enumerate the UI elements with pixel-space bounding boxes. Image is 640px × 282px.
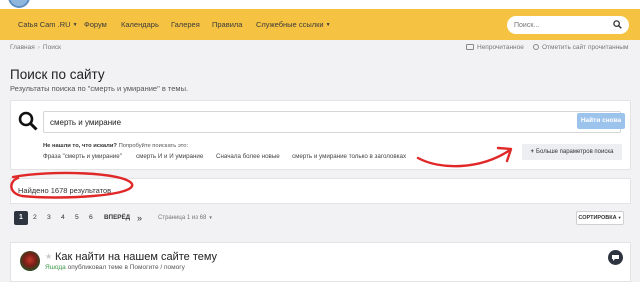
search-icon [18, 111, 38, 131]
caret-down-icon: ▼ [325, 22, 331, 28]
top-strip [0, 0, 640, 9]
page-button-current[interactable]: 1 [14, 211, 28, 225]
results-count-panel: Найдено 1678 результатов [10, 178, 631, 204]
suggestion-link[interactable]: смерть И и И умирание [136, 153, 203, 160]
star-icon[interactable]: ★ [45, 252, 52, 261]
page-button[interactable]: 2 [33, 211, 37, 225]
search-again-button[interactable]: Найти снова [577, 113, 625, 129]
page-button[interactable]: 6 [89, 211, 93, 225]
main-navbar: Catья Cam .RU ▼ Форум Календарь Галерея П… [0, 9, 640, 40]
page-title: Поиск по сайту [10, 67, 105, 82]
nav-label: Форум [84, 20, 107, 29]
mark-read-label: Отметить сайт прочитанным [542, 44, 629, 51]
search-panel: смерть и умирание Найти снова Не нашли т… [10, 100, 631, 170]
sort-label: СОРТИРОВКА [578, 215, 617, 221]
nav-label: Правила [212, 20, 243, 29]
nav-item-rules[interactable]: Правила [212, 9, 242, 40]
nav-item-gallery[interactable]: Галерея [171, 9, 200, 40]
page-subtitle: Результаты поиска по "смерть и умирание"… [10, 84, 189, 93]
breadcrumb: Главная › Поиск [10, 44, 61, 51]
nav-item-forum[interactable]: Форум [84, 9, 107, 40]
suggestion-link[interactable]: Фраза "смерть и умирание" [43, 153, 122, 160]
last-page-button[interactable]: » [137, 211, 142, 225]
site-logo[interactable] [8, 0, 30, 8]
page-button[interactable]: 4 [61, 211, 65, 225]
nav-label: Catья Cam .RU [18, 20, 71, 29]
search-icon[interactable] [613, 20, 622, 29]
avatar[interactable] [20, 251, 40, 271]
not-found-bold: Не нашли то, что искали? [43, 143, 117, 149]
not-found-hint: Не нашли то, что искали? Попробуйте поис… [43, 143, 188, 149]
result-meta-text: опубликовал теме в Помогите / помогу [65, 264, 185, 271]
not-found-rest: Попробуйте поискать это: [116, 143, 189, 149]
mark-read-link[interactable]: Отметить сайт прочитанным [533, 44, 628, 51]
comment-bubble-icon[interactable] [608, 250, 623, 265]
next-page-button[interactable]: ВПЕРЁД [104, 211, 130, 225]
page-button[interactable]: 5 [75, 211, 79, 225]
results-count: Найдено 1678 результатов [18, 186, 112, 195]
inbox-icon [466, 44, 474, 50]
search-query-input[interactable]: смерть и умирание [43, 111, 621, 133]
page-of-label: Страница 1 из 68 [158, 215, 207, 221]
result-author-link[interactable]: Яшода [45, 264, 66, 271]
unread-label: Непрочитанное [477, 44, 524, 51]
breadcrumb-home[interactable]: Главная [10, 44, 35, 51]
header-search-input[interactable] [514, 19, 604, 31]
more-search-params-button[interactable]: + Больше параметров поиска [522, 144, 622, 160]
page-jump-dropdown[interactable]: Страница 1 из 68 ▼ [158, 211, 213, 225]
chevron-right-icon: › [37, 44, 40, 51]
sort-dropdown[interactable]: СОРТИРОВКА▼ [576, 211, 624, 225]
plus-icon: + [530, 149, 535, 155]
unread-link[interactable]: Непрочитанное [466, 44, 524, 51]
nav-label: Календарь [121, 20, 159, 29]
caret-down-icon: ▼ [617, 215, 622, 220]
nav-label: Галерея [171, 20, 200, 29]
nav-label: Служебные ссылки [256, 20, 324, 29]
search-query-value: смерть и умирание [50, 118, 122, 127]
header-search [507, 16, 629, 34]
breadcrumb-search[interactable]: Поиск [43, 44, 61, 51]
more-params-label: Больше параметров поиска [536, 149, 614, 155]
suggestion-link[interactable]: Сначала более новые [216, 153, 280, 160]
caret-down-icon: ▼ [72, 22, 78, 28]
result-title-link[interactable]: Как найти на нашем сайте тему [55, 251, 217, 263]
caret-down-icon: ▼ [208, 215, 213, 220]
page-button[interactable]: 3 [47, 211, 51, 225]
nav-item-home[interactable]: Catья Cam .RU ▼ [18, 9, 78, 40]
suggestion-link[interactable]: смерть и умирание только в заголовках [292, 153, 406, 160]
result-item: ★ Как найти на нашем сайте тему Яшода оп… [10, 242, 631, 282]
nav-item-service-links[interactable]: Служебные ссылки ▼ [256, 9, 331, 40]
nav-item-calendar[interactable]: Календарь [121, 9, 159, 40]
speech-bubble-icon [612, 255, 619, 261]
result-meta: Яшода опубликовал теме в Помогите / помо… [45, 264, 185, 271]
check-circle-icon [533, 44, 539, 50]
